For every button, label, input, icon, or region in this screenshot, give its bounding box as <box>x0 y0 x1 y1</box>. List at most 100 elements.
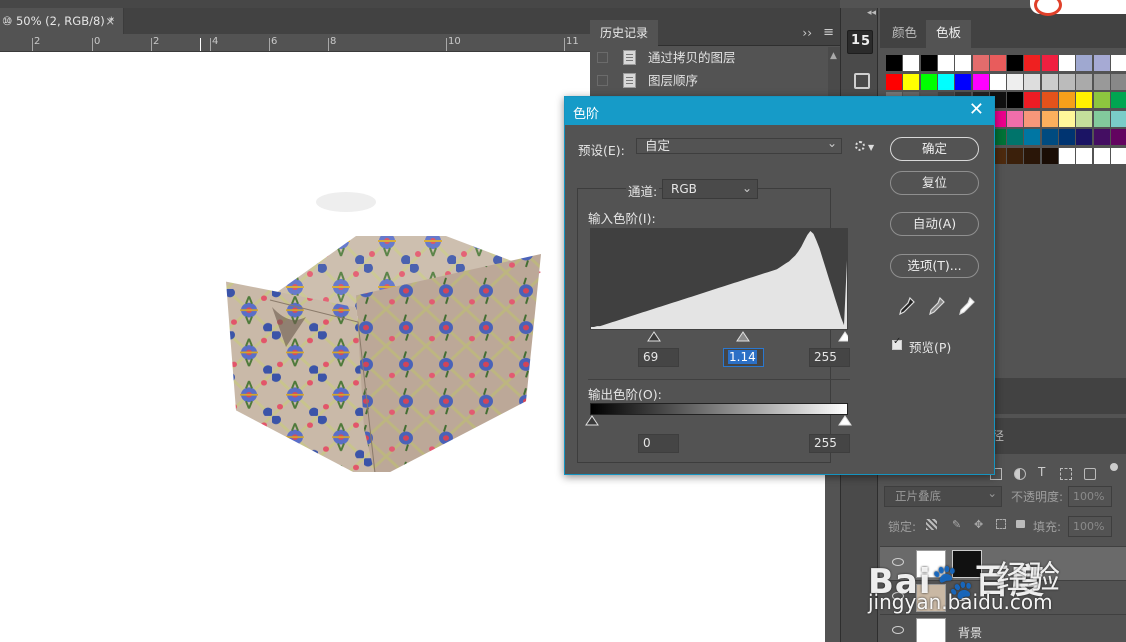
color-swatch[interactable] <box>1059 129 1075 146</box>
color-swatch[interactable] <box>1041 110 1058 127</box>
histogram[interactable] <box>590 228 848 350</box>
input-black-field[interactable]: 69 <box>638 348 679 367</box>
input-gamma-field[interactable]: 1.14 <box>723 348 764 367</box>
reset-button[interactable]: 复位 <box>890 171 979 195</box>
type-filter-icon[interactable]: T <box>1038 465 1050 479</box>
color-swatch[interactable] <box>1024 110 1041 127</box>
adjustment-filter-icon[interactable] <box>1014 468 1026 480</box>
output-black-field[interactable]: 0 <box>638 434 679 453</box>
color-swatch[interactable] <box>1024 73 1041 90</box>
color-swatch[interactable] <box>1007 92 1024 109</box>
lock-all-icon[interactable] <box>1016 520 1025 528</box>
history-scrollbar[interactable]: ▲ <box>828 47 840 100</box>
tab-swatches[interactable]: 色板 <box>926 20 972 48</box>
color-swatch[interactable] <box>1007 110 1024 127</box>
color-swatch[interactable] <box>1093 110 1110 127</box>
history-item[interactable]: 通过拷贝的图层 <box>590 46 840 69</box>
color-swatch[interactable] <box>886 73 902 90</box>
fill-field[interactable]: 100% <box>1068 516 1112 537</box>
color-swatch[interactable] <box>937 55 954 71</box>
color-swatch[interactable] <box>1041 73 1058 90</box>
close-icon[interactable]: ✕ <box>969 99 984 121</box>
history-checkbox[interactable] <box>597 75 608 86</box>
panel-menu-icon[interactable]: ≡ <box>823 20 834 46</box>
color-swatch[interactable] <box>989 55 1006 71</box>
input-white-field[interactable]: 255 <box>809 348 850 367</box>
shape-filter-icon[interactable] <box>1060 468 1072 480</box>
color-swatch[interactable] <box>1110 148 1126 164</box>
white-eyedropper-icon[interactable] <box>956 296 976 318</box>
color-swatch[interactable] <box>1093 73 1110 90</box>
color-swatch[interactable] <box>1059 73 1075 90</box>
color-swatch[interactable] <box>955 73 972 90</box>
history-panel-icon[interactable] <box>847 30 873 54</box>
color-swatch[interactable] <box>1041 148 1058 164</box>
expand-panels-icon[interactable]: ◂◂ <box>867 8 876 18</box>
color-swatch[interactable] <box>1093 148 1110 164</box>
color-swatch[interactable] <box>1093 55 1110 71</box>
color-swatch[interactable] <box>955 55 972 71</box>
preview-checkbox[interactable] <box>892 336 902 350</box>
color-swatch[interactable] <box>1076 129 1093 146</box>
color-swatch[interactable] <box>1076 55 1093 71</box>
preset-select[interactable]: 自定 ⌄ <box>636 137 842 154</box>
color-swatch[interactable] <box>1059 92 1075 109</box>
color-swatch[interactable] <box>886 55 902 71</box>
color-swatch[interactable] <box>1041 129 1058 146</box>
input-gamma-slider[interactable] <box>736 331 750 342</box>
tab-history[interactable]: 历史记录 <box>590 20 659 46</box>
color-swatch[interactable] <box>903 73 920 90</box>
output-white-field[interactable]: 255 <box>809 434 850 453</box>
color-swatch[interactable] <box>1110 110 1126 127</box>
document-tab[interactable]: ⑩ 50% (2, RGB/8) * × <box>0 8 124 34</box>
color-swatch[interactable] <box>1041 92 1058 109</box>
output-black-slider[interactable] <box>585 415 599 426</box>
close-tab-icon[interactable]: × <box>105 8 115 34</box>
color-swatch[interactable] <box>1041 55 1058 71</box>
input-black-slider[interactable] <box>647 331 661 342</box>
color-swatch[interactable] <box>972 73 989 90</box>
color-swatch[interactable] <box>1007 129 1024 146</box>
lock-pixels-icon[interactable]: ✎ <box>952 518 961 531</box>
color-swatch[interactable] <box>989 73 1006 90</box>
color-swatch[interactable] <box>1024 92 1041 109</box>
options-button[interactable]: 选项(T)... <box>890 254 979 278</box>
scroll-up-icon[interactable]: ▲ <box>830 51 837 61</box>
gear-icon[interactable] <box>855 141 865 151</box>
color-swatch[interactable] <box>972 55 989 71</box>
color-swatch[interactable] <box>1110 73 1126 90</box>
lock-position-icon[interactable]: ✥ <box>974 518 983 531</box>
color-swatch[interactable] <box>1007 73 1024 90</box>
cube-icon[interactable] <box>847 68 873 92</box>
gear-dropdown-icon[interactable]: ▼ <box>868 143 874 152</box>
color-swatch[interactable] <box>920 73 937 90</box>
dialog-titlebar[interactable]: 色阶 ✕ <box>565 97 994 125</box>
auto-button[interactable]: 自动(A) <box>890 212 979 236</box>
black-eyedropper-icon[interactable] <box>896 296 916 318</box>
color-swatch[interactable] <box>1059 110 1075 127</box>
color-swatch[interactable] <box>920 55 937 71</box>
color-swatch[interactable] <box>1007 148 1024 164</box>
smart-object-filter-icon[interactable] <box>1084 468 1096 480</box>
blend-mode-select[interactable]: 正片叠底 <box>884 484 1002 507</box>
color-swatch[interactable] <box>1059 148 1075 164</box>
input-white-slider[interactable] <box>838 331 848 342</box>
opacity-field[interactable]: 100% <box>1068 486 1112 507</box>
color-swatch[interactable] <box>1076 73 1093 90</box>
color-swatch[interactable] <box>1007 55 1024 71</box>
lock-artboard-icon[interactable] <box>996 519 1006 529</box>
color-swatch[interactable] <box>1076 148 1093 164</box>
history-checkbox[interactable] <box>597 52 608 63</box>
color-swatch[interactable] <box>1093 92 1110 109</box>
ok-button[interactable]: 确定 <box>890 137 979 161</box>
color-swatch[interactable] <box>1110 92 1126 109</box>
color-swatch[interactable] <box>1024 148 1041 164</box>
color-swatch[interactable] <box>937 73 954 90</box>
color-swatch[interactable] <box>1076 110 1093 127</box>
lock-transparency-icon[interactable] <box>926 519 937 530</box>
color-swatch[interactable] <box>1110 129 1126 146</box>
color-swatch[interactable] <box>1093 129 1110 146</box>
output-white-slider[interactable] <box>838 415 852 426</box>
color-swatch[interactable] <box>1110 55 1126 71</box>
tab-color[interactable]: 颜色 <box>882 20 927 48</box>
